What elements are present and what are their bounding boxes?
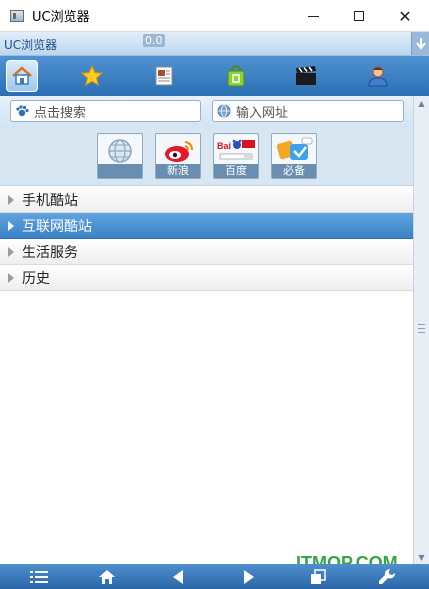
baidu-icon: Bai <box>217 139 255 160</box>
tab-user[interactable] <box>362 60 394 92</box>
search-placeholder: 点击搜索 <box>34 105 87 121</box>
clapperboard-icon <box>296 66 316 85</box>
list-item-label: 手机酷站 <box>22 192 78 209</box>
list-item[interactable]: 生活服务 <box>0 239 413 265</box>
list-item[interactable]: 互联网酷站 <box>0 213 413 239</box>
shopping-bag-icon <box>227 65 245 87</box>
status-badge: 0.0 <box>143 34 165 47</box>
minimize-icon <box>307 15 319 17</box>
shortcut-label: 百度 <box>214 164 258 178</box>
windows-button[interactable] <box>306 566 330 587</box>
tab-group-buy[interactable] <box>220 60 252 92</box>
shortcut-label <box>98 164 142 178</box>
tab-home[interactable] <box>6 60 38 92</box>
expand-arrow-icon <box>8 220 14 231</box>
star-icon <box>80 64 104 87</box>
shortcut-tile-essentials[interactable]: 必备 <box>271 133 317 179</box>
maximize-button[interactable] <box>336 0 382 32</box>
list-item[interactable]: 历史 <box>0 265 413 291</box>
window-title: UC浏览器 <box>32 10 90 25</box>
search-input[interactable]: 点击搜索 <box>10 100 201 122</box>
close-button[interactable]: ✕ <box>382 0 428 32</box>
globe-icon <box>108 139 132 163</box>
back-button[interactable] <box>166 566 190 587</box>
tab-bookmarks[interactable] <box>76 60 108 92</box>
browser-header: UC浏览器 0.0 <box>0 32 429 56</box>
shortcut-tile-globe[interactable] <box>97 133 143 179</box>
tab-news[interactable] <box>148 60 180 92</box>
tab-video[interactable] <box>290 60 322 92</box>
list-item-label: 互联网酷站 <box>22 218 92 235</box>
site-category-list: 手机酷站 互联网酷站 生活服务 历史 <box>0 187 413 291</box>
scroll-up-button[interactable]: ▲ <box>414 96 429 110</box>
bottom-toolbar <box>0 564 429 589</box>
shortcut-grid: 新浪 Bai 百度 必备 <box>0 128 413 186</box>
globe-icon <box>217 104 231 118</box>
list-item-label: 生活服务 <box>22 244 78 261</box>
url-placeholder: 输入网址 <box>236 105 289 121</box>
url-input[interactable]: 输入网址 <box>212 100 404 122</box>
menu-button[interactable] <box>27 566 51 587</box>
menu-icon <box>30 570 48 583</box>
minimize-button[interactable] <box>290 0 336 32</box>
download-arrow-icon <box>415 37 426 50</box>
app-window-icon <box>10 9 24 22</box>
home-icon <box>12 66 32 85</box>
search-bar-row: 点击搜索 输入网址 <box>0 96 413 128</box>
user-icon <box>368 66 388 87</box>
home-button[interactable] <box>95 566 119 587</box>
scroll-grip-icon[interactable] <box>418 324 425 333</box>
header-menu-button[interactable] <box>411 32 429 55</box>
windows-icon <box>311 568 326 584</box>
list-item-label: 历史 <box>22 270 50 287</box>
expand-arrow-icon <box>8 194 14 205</box>
scroll-down-button[interactable]: ▼ <box>414 550 429 564</box>
home-icon <box>99 569 115 584</box>
apps-icon <box>276 137 313 160</box>
svg-text:Bai: Bai <box>217 141 231 151</box>
main-navbar <box>0 56 429 96</box>
list-item[interactable]: 手机酷站 <box>0 187 413 213</box>
tools-button[interactable] <box>375 566 399 587</box>
back-arrow-icon <box>173 569 183 584</box>
expand-arrow-icon <box>8 246 14 257</box>
window-titlebar: UC浏览器 ✕ <box>0 0 429 32</box>
shortcut-tile-sina[interactable]: 新浪 <box>155 133 201 179</box>
shortcut-label: 新浪 <box>156 164 200 178</box>
news-icon <box>155 66 173 86</box>
shortcut-label: 必备 <box>272 164 316 178</box>
shortcut-tile-baidu[interactable]: Bai 百度 <box>213 133 259 179</box>
browser-title: UC浏览器 <box>4 38 58 52</box>
close-icon: ✕ <box>398 6 412 26</box>
forward-arrow-icon <box>244 569 254 584</box>
vertical-scrollbar[interactable]: ▲ ▼ <box>413 96 429 564</box>
maximize-icon <box>354 11 364 21</box>
expand-arrow-icon <box>8 272 14 283</box>
wrench-icon <box>379 568 396 584</box>
forward-button[interactable] <box>237 566 261 587</box>
sina-weibo-icon <box>165 141 193 162</box>
paw-search-icon <box>15 104 29 118</box>
home-page: 点击搜索 输入网址 新浪 Bai 百度 必备 手机酷站 互联网酷站 生活服务 历… <box>0 96 413 564</box>
